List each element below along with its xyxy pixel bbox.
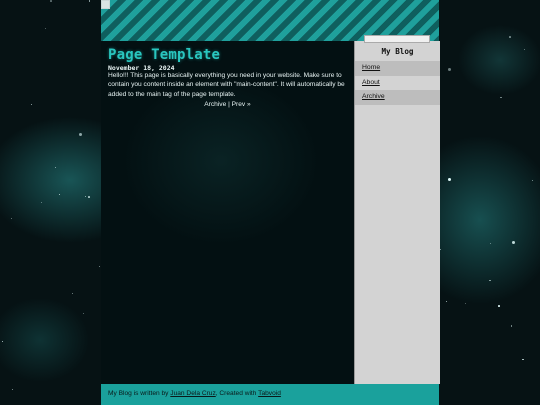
sidebar-item-archive[interactable]: Archive	[355, 90, 440, 105]
footer-middle: , Created with	[215, 390, 259, 397]
star	[41, 201, 43, 203]
star	[11, 217, 13, 219]
star	[50, 0, 52, 2]
post-body: Hello!!! This page is basically everythi…	[108, 72, 345, 98]
star	[79, 133, 83, 137]
star	[30, 103, 32, 105]
prev-link[interactable]: Prev »	[232, 101, 251, 108]
archive-link[interactable]: Archive	[204, 101, 226, 108]
star	[55, 167, 57, 169]
star	[448, 68, 452, 72]
page-title: Page Template	[108, 47, 221, 63]
star	[498, 305, 500, 307]
star	[11, 388, 14, 391]
star	[532, 180, 534, 182]
star	[522, 358, 524, 361]
star	[500, 96, 502, 99]
star	[490, 242, 492, 244]
star	[489, 279, 491, 282]
sidebar: My Blog Home About Archive	[354, 35, 440, 384]
star	[512, 241, 516, 245]
tabvoid-link[interactable]: Tabvoid	[258, 390, 281, 397]
star	[1, 340, 3, 342]
star	[510, 325, 513, 327]
footer-text: My Blog is written by Juan Dela Cruz, Cr…	[108, 390, 281, 397]
star	[82, 312, 85, 315]
star	[509, 36, 511, 38]
star	[72, 293, 74, 295]
sidebar-title: My Blog	[381, 47, 414, 56]
pager: Archive | Prev »	[101, 101, 354, 108]
sidebar-item-about[interactable]: About	[355, 75, 440, 90]
star	[44, 27, 47, 30]
sidebar-item-home[interactable]: Home	[355, 61, 440, 76]
page-wrapper: Page Template November 18, 2024 Hello!!!…	[101, 0, 440, 405]
star	[84, 195, 87, 198]
star	[88, 0, 91, 2]
broken-image-icon	[101, 0, 110, 9]
footer-prefix: My Blog is written by	[108, 390, 171, 397]
star	[439, 248, 442, 251]
star	[523, 48, 525, 50]
footer: My Blog is written by Juan Dela Cruz, Cr…	[101, 384, 439, 405]
star	[446, 300, 448, 302]
author-link[interactable]: Juan Dela Cruz	[170, 390, 215, 397]
main-content: Page Template November 18, 2024 Hello!!!…	[101, 41, 354, 384]
star	[88, 196, 90, 198]
star	[58, 193, 61, 196]
star	[464, 302, 466, 304]
sidebar-nav: Home About Archive	[355, 61, 440, 105]
star	[447, 178, 451, 182]
broken-image-icon	[364, 35, 430, 43]
